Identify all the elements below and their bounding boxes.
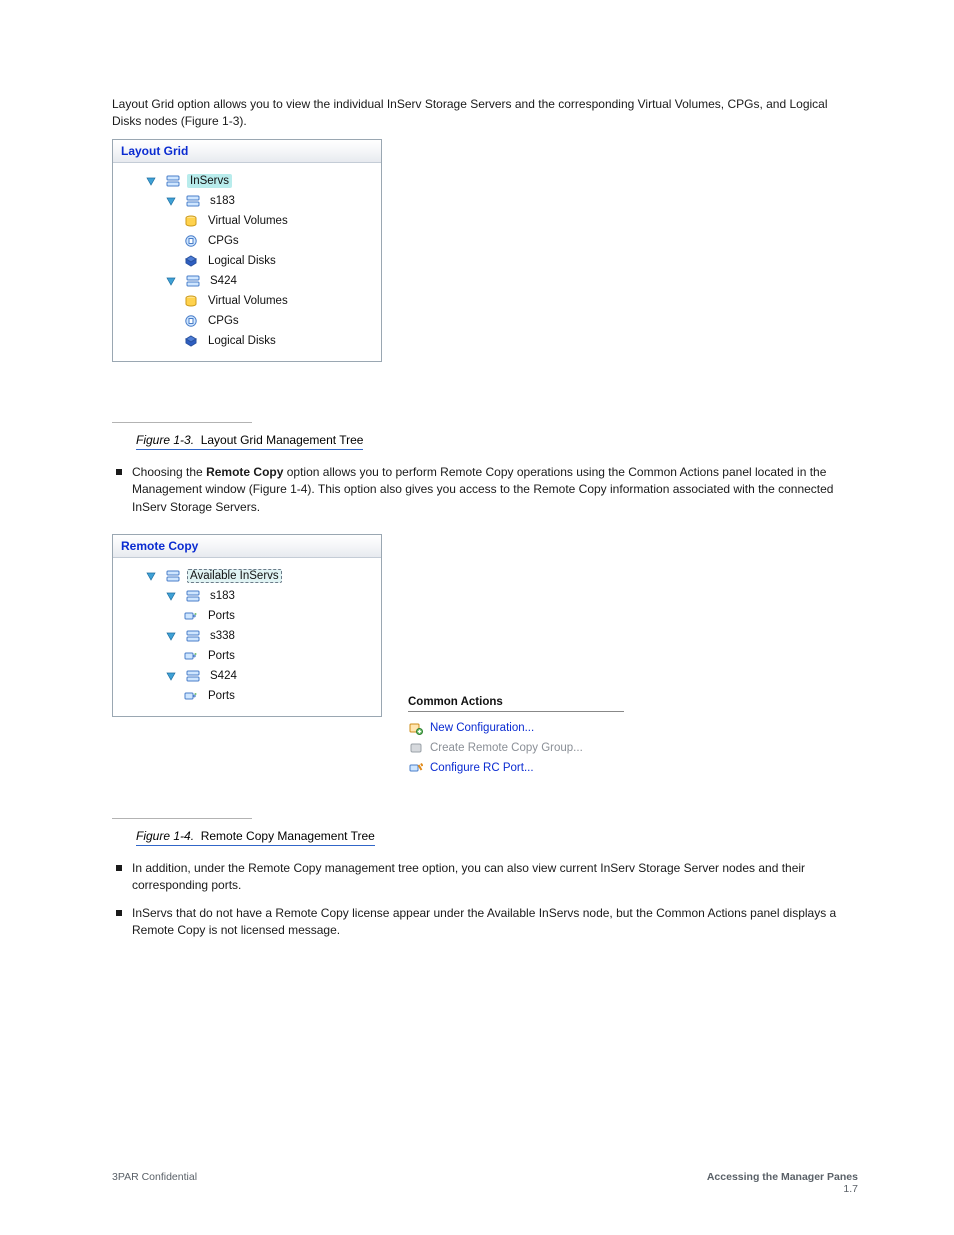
tree-label-server: S424 — [207, 274, 240, 288]
bullet-license-info: InServs that do not have a Remote Copy l… — [116, 905, 858, 940]
group-icon — [408, 740, 424, 756]
server-icon — [185, 628, 201, 644]
tree-node-ports[interactable]: Ports — [123, 606, 375, 626]
figure-text: Layout Grid Management Tree — [201, 433, 364, 447]
disk-icon — [183, 333, 199, 349]
tree-node-server[interactable]: S424 — [123, 271, 375, 291]
tree-label-available-inservs: Available InServs — [187, 569, 282, 583]
expand-down-icon[interactable] — [143, 173, 159, 189]
tree-node-virtual-volumes[interactable]: Virtual Volumes — [123, 211, 375, 231]
tree-label: Virtual Volumes — [205, 214, 291, 228]
bullet-text: InServs that do not have a Remote Copy l… — [132, 905, 858, 940]
action-label: Create Remote Copy Group... — [430, 742, 583, 754]
common-actions-title: Common Actions — [408, 696, 624, 712]
tree-label: Ports — [205, 649, 238, 663]
figure-text: Remote Copy Management Tree — [201, 829, 375, 843]
paragraph-intro: Layout Grid option allows you to view th… — [112, 96, 858, 131]
tree-label: Logical Disks — [205, 254, 279, 268]
figure-number: Figure 1-3. — [136, 433, 194, 447]
expand-down-icon[interactable] — [163, 628, 179, 644]
expand-down-icon[interactable] — [163, 668, 179, 684]
cpg-icon — [183, 233, 199, 249]
server-icon — [165, 173, 181, 189]
bullet-remote-copy-intro: Choosing the Remote Copy option allows y… — [116, 464, 858, 516]
remote-copy-panel: Remote Copy Available InServs s183 Ports — [112, 534, 382, 717]
action-configure-rc-port[interactable]: Configure RC Port... — [408, 758, 624, 778]
expand-down-icon[interactable] — [163, 273, 179, 289]
tree-node-virtual-volumes[interactable]: Virtual Volumes — [123, 291, 375, 311]
tree-label: Logical Disks — [205, 334, 279, 348]
text-bold-remote-copy: Remote Copy — [206, 465, 283, 479]
figure-caption-2: Figure 1-4. Remote Copy Management Tree — [112, 818, 858, 846]
tree-node-inservs[interactable]: InServs — [123, 171, 375, 191]
footer-left: 3PAR Confidential — [112, 1171, 197, 1195]
tree-node-server[interactable]: s183 — [123, 586, 375, 606]
tree-label: Virtual Volumes — [205, 294, 291, 308]
tree-label-server: S424 — [207, 669, 240, 683]
cpg-icon — [183, 313, 199, 329]
square-bullet-icon — [116, 910, 122, 916]
figure-caption-1: Figure 1-3. Layout Grid Management Tree — [112, 422, 858, 450]
bullet-text: In addition, under the Remote Copy manag… — [132, 860, 858, 895]
action-new-configuration[interactable]: New Configuration... — [408, 718, 624, 738]
tree-node-logical-disks[interactable]: Logical Disks — [123, 331, 375, 351]
disk-icon — [183, 253, 199, 269]
port-icon — [183, 608, 199, 624]
tree-label-inservs: InServs — [187, 174, 232, 188]
tree-node-server[interactable]: s338 — [123, 626, 375, 646]
panel-title-remote-copy: Remote Copy — [113, 535, 381, 558]
server-icon — [165, 568, 181, 584]
bullet-rc-tree-info: In addition, under the Remote Copy manag… — [116, 860, 858, 895]
tree-label: Ports — [205, 609, 238, 623]
remote-copy-tree: Available InServs s183 Ports s338 — [113, 558, 381, 716]
expand-down-icon[interactable] — [163, 588, 179, 604]
tree-node-ports[interactable]: Ports — [123, 646, 375, 666]
server-icon — [185, 588, 201, 604]
common-actions-panel: Common Actions New Configuration... Crea… — [408, 696, 624, 778]
volume-icon — [183, 213, 199, 229]
tree-node-available-inservs[interactable]: Available InServs — [123, 566, 375, 586]
footer-page-number: 1.7 — [707, 1183, 858, 1195]
layout-grid-tree: InServs s183 Virtual Volumes CPGs Logica… — [113, 163, 381, 361]
port-icon — [183, 648, 199, 664]
tree-node-server[interactable]: s183 — [123, 191, 375, 211]
tree-label: CPGs — [205, 234, 242, 248]
square-bullet-icon — [116, 469, 122, 475]
volume-icon — [183, 293, 199, 309]
text-fragment: Choosing the — [132, 465, 206, 479]
tree-node-cpgs[interactable]: CPGs — [123, 311, 375, 331]
layout-grid-panel: Layout Grid InServs s183 Virtual Volumes… — [112, 139, 382, 362]
tree-node-cpgs[interactable]: CPGs — [123, 231, 375, 251]
action-label: New Configuration... — [430, 722, 534, 734]
expand-down-icon[interactable] — [163, 193, 179, 209]
tree-label-server: s183 — [207, 589, 238, 603]
square-bullet-icon — [116, 865, 122, 871]
figure-number: Figure 1-4. — [136, 829, 194, 843]
footer-section-title: Accessing the Manager Panes — [707, 1171, 858, 1183]
tree-label-server: s338 — [207, 629, 238, 643]
server-icon — [185, 193, 201, 209]
port-config-icon — [408, 760, 424, 776]
server-icon — [185, 273, 201, 289]
expand-down-icon[interactable] — [143, 568, 159, 584]
page-footer: 3PAR Confidential Accessing the Manager … — [112, 1171, 858, 1195]
tree-label: CPGs — [205, 314, 242, 328]
tree-label: Ports — [205, 689, 238, 703]
action-label: Configure RC Port... — [430, 762, 534, 774]
new-config-icon — [408, 720, 424, 736]
tree-node-logical-disks[interactable]: Logical Disks — [123, 251, 375, 271]
port-icon — [183, 688, 199, 704]
action-create-remote-copy-group: Create Remote Copy Group... — [408, 738, 624, 758]
server-icon — [185, 668, 201, 684]
tree-label-server: s183 — [207, 194, 238, 208]
tree-node-server[interactable]: S424 — [123, 666, 375, 686]
panel-title-layout-grid: Layout Grid — [113, 140, 381, 163]
tree-node-ports[interactable]: Ports — [123, 686, 375, 706]
